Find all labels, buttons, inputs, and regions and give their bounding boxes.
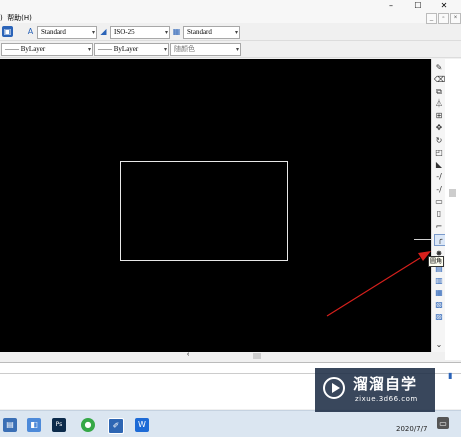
chevron-down-icon: ▾ xyxy=(234,29,238,36)
extend-icon[interactable]: -/ xyxy=(434,185,444,195)
text-style-value: Standard xyxy=(41,28,66,36)
cursor-crosshair xyxy=(414,239,432,240)
array-icon[interactable]: ⊞ xyxy=(434,111,444,121)
scroll-thumb[interactable] xyxy=(449,189,456,197)
chevron-down-icon: ▾ xyxy=(164,29,168,36)
layer-icon[interactable]: ▣ xyxy=(2,26,13,37)
pencil-icon[interactable]: ✎ xyxy=(434,63,444,73)
menu-help[interactable]: ) 帮助(H) xyxy=(0,13,32,23)
cad-app-icon[interactable]: ✐ xyxy=(108,418,124,434)
doc-close-button[interactable]: × xyxy=(450,13,461,24)
watermark-brand: 溜溜自学 xyxy=(353,375,418,393)
play-triangle-icon xyxy=(332,383,340,393)
rotate-icon[interactable]: ↻ xyxy=(434,136,444,146)
dim-style-value: ISO-25 xyxy=(114,28,135,36)
erase-icon[interactable]: ⌫ xyxy=(434,75,445,85)
watermark: 溜溜自学 zixue.3d66.com xyxy=(315,368,435,412)
vertical-scrollbar[interactable] xyxy=(445,59,461,360)
pin-icon[interactable]: ▮ xyxy=(448,371,452,380)
maximize-button[interactable]: ☐ xyxy=(407,0,429,12)
properties-toolbar: —— ByLayer ▾ —— ByLayer ▾ 随颜色 ▾ xyxy=(0,41,461,58)
list-icon[interactable]: ▨ xyxy=(434,312,444,322)
minimize-button[interactable]: – xyxy=(380,0,402,12)
chevron-down-icon: ▾ xyxy=(87,46,91,53)
lineweight-value: —— ByLayer xyxy=(98,45,139,53)
watermark-site: zixue.3d66.com xyxy=(355,395,418,403)
dim-style-select[interactable]: ISO-25 ▾ xyxy=(110,26,170,39)
break-icon[interactable]: ▭ xyxy=(434,197,444,207)
explorer-icon[interactable]: ▤ xyxy=(3,418,17,432)
scroll-thumb[interactable] xyxy=(253,353,261,359)
lineweight-select[interactable]: —— ByLayer ▾ xyxy=(94,43,169,56)
wps-icon[interactable]: W xyxy=(135,418,149,432)
scale-icon[interactable]: ◰ xyxy=(434,148,444,158)
styles-toolbar: ▣ A Standard ▾ ◢ ISO-25 ▾ ▦ Standard ▾ xyxy=(0,24,461,41)
scroll-left-icon[interactable]: ‹ xyxy=(187,351,189,358)
chevron-down-icon: ▾ xyxy=(91,29,95,36)
tooltip: 圆角 xyxy=(428,256,445,267)
store-icon[interactable]: ◧ xyxy=(27,418,41,432)
join-icon[interactable]: ▯ xyxy=(434,209,444,219)
color-select[interactable]: 随颜色 ▾ xyxy=(170,43,241,56)
match-icon[interactable]: ▧ xyxy=(434,300,444,310)
notification-icon[interactable]: ▭ xyxy=(437,417,449,429)
close-button[interactable]: ✕ xyxy=(433,0,455,12)
table-style-select[interactable]: Standard ▾ xyxy=(183,26,240,39)
taskbar: ▤ ◧ Ps ● ✐ W ▭ xyxy=(0,410,461,437)
text-style-icon[interactable]: A xyxy=(25,26,36,37)
drawn-rectangle[interactable] xyxy=(120,161,288,261)
chevron-down-icon: ▾ xyxy=(235,46,239,53)
chevron-down-icon[interactable]: ⌄ xyxy=(434,340,444,350)
photoshop-icon[interactable]: Ps xyxy=(52,418,66,432)
table-style-value: Standard xyxy=(187,28,212,36)
menu-bar: ) 帮助(H) – ☐ ✕ _ ▫ × xyxy=(0,0,461,24)
menu-fragment: ) xyxy=(0,14,3,22)
table-icon[interactable]: ▦ xyxy=(171,26,182,37)
text-style-select[interactable]: Standard ▾ xyxy=(37,26,97,39)
doc-minimize-button[interactable]: _ xyxy=(426,13,437,24)
properties-icon[interactable]: ▦ xyxy=(434,288,444,298)
horizontal-scrollbar[interactable]: ‹ xyxy=(185,351,431,360)
mirror-icon[interactable]: ⏃ xyxy=(434,99,444,109)
color-value: 随颜色 xyxy=(174,45,195,53)
chamfer-icon[interactable]: ⌐ xyxy=(434,222,444,232)
trim-icon[interactable]: -/ xyxy=(434,172,444,182)
modify-toolbar: ✎ ⌫ ⧉ ⏃ ⊞ ✥ ↻ ◰ ◣ -/ -/ ▭ ▯ ⌐ ╭ ✸ ▤ ▥ ▦ … xyxy=(431,59,446,352)
browser-icon[interactable]: ● xyxy=(81,418,95,432)
chevron-down-icon: ▾ xyxy=(163,46,167,53)
linetype-select[interactable]: —— ByLayer ▾ xyxy=(1,43,93,56)
help-menu-label[interactable]: 帮助(H) xyxy=(7,14,32,22)
doc-restore-button[interactable]: ▫ xyxy=(438,13,449,24)
linetype-value: —— ByLayer xyxy=(5,45,46,53)
stretch-icon[interactable]: ◣ xyxy=(434,160,444,170)
dimension-icon[interactable]: ◢ xyxy=(98,26,109,37)
move-icon[interactable]: ✥ xyxy=(434,123,444,133)
taskbar-date: 2020/7/7 xyxy=(396,425,428,433)
copy-icon[interactable]: ⧉ xyxy=(434,87,444,97)
drawing-canvas[interactable] xyxy=(0,59,432,352)
layer-tool-icon[interactable]: ▥ xyxy=(434,276,444,286)
